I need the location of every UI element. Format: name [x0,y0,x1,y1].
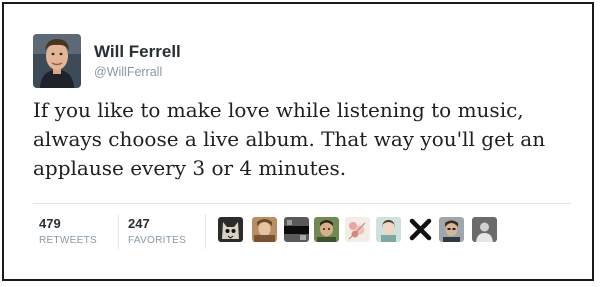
favoriter-avatar[interactable] [376,217,401,242]
tweet-card: Will Ferrell @WillFerrall If you like to… [2,2,594,281]
stats-divider-top [33,203,571,204]
retweets-label: RETWEETS [39,235,97,246]
profile-avatar[interactable] [33,34,81,88]
retweets-stat[interactable]: 479 RETWEETS [39,216,97,246]
stats-separator [205,214,206,249]
favoriter-avatar[interactable] [314,217,339,242]
favorites-label: FAVORITES [128,235,187,246]
favorites-stat[interactable]: 247 FAVORITES [128,216,186,246]
favoriter-avatar[interactable] [218,217,243,242]
favorites-count: 247 [128,216,150,231]
favoriter-avatar[interactable] [472,217,497,242]
tweet-text: If you like to make love while listening… [33,96,583,183]
favoriter-avatar[interactable] [345,217,370,242]
user-handle[interactable]: @WillFerrall [94,65,162,79]
retweets-count: 479 [39,216,61,231]
tweet-text-line: applause every 3 or 4 minutes. [33,156,347,180]
favoriter-avatar[interactable] [439,217,464,242]
favoriter-avatar[interactable] [284,217,309,242]
favoriter-avatar[interactable] [252,217,277,242]
display-name[interactable]: Will Ferrell [94,42,181,62]
tweet-text-line: If you like to make love while listening… [33,98,524,122]
stats-separator [118,214,119,249]
favoriter-avatar[interactable] [408,217,433,242]
tweet-text-line: always choose a live album. That way you… [33,127,546,151]
